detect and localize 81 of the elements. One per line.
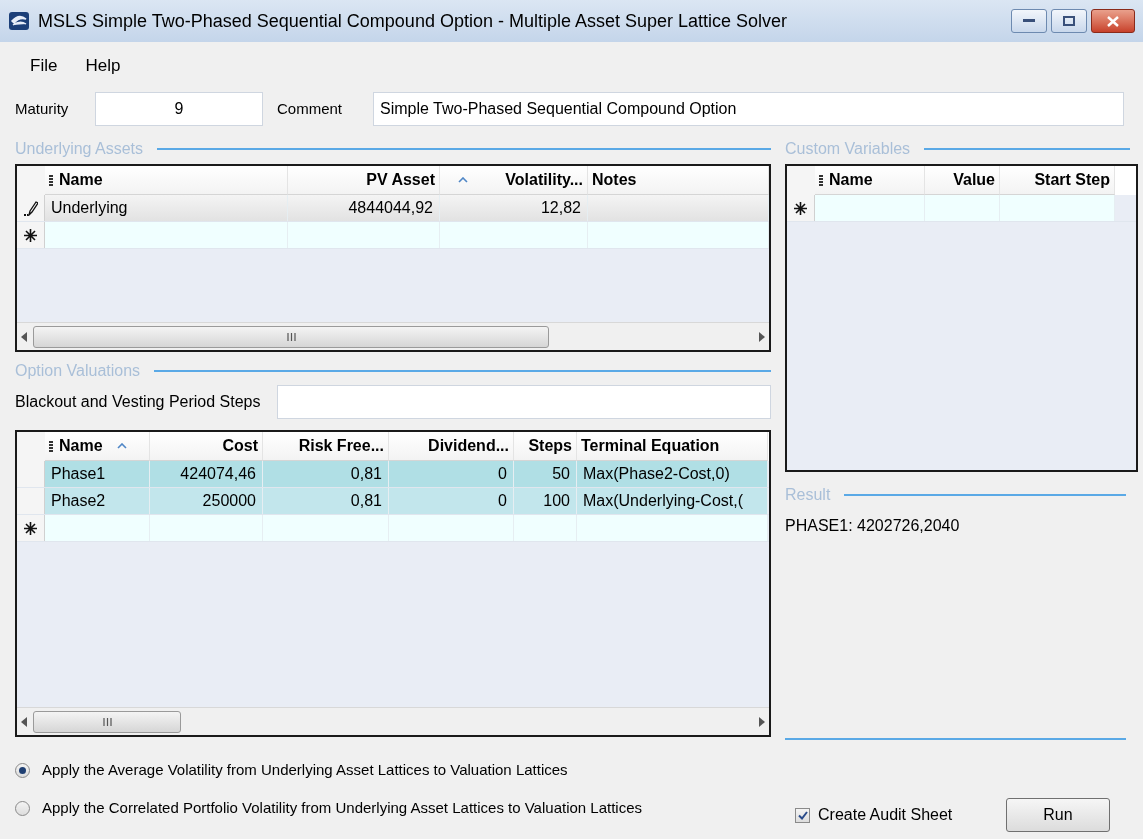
new-row-icon xyxy=(24,521,37,535)
table-cell-text: 0,81 xyxy=(350,464,382,484)
column-header[interactable]: Volatility... xyxy=(440,166,588,195)
app-icon xyxy=(8,11,30,31)
table-cell-text: 0 xyxy=(498,464,507,484)
radio-button[interactable] xyxy=(15,800,30,816)
row-header[interactable] xyxy=(17,195,45,221)
maximize-button[interactable] xyxy=(1051,9,1087,33)
checkmark-icon xyxy=(797,810,808,820)
grip-icon xyxy=(102,717,112,726)
radio-label: Apply the Correlated Portfolio Volatility from Underlying Asset Lattices to Valuation Lattices xyxy=(42,797,643,818)
table-cell-text: 12,82 xyxy=(540,198,581,218)
minimize-button[interactable] xyxy=(1011,9,1047,33)
table-cell-text: 424074,46 xyxy=(180,464,256,484)
column-chooser-icon[interactable] xyxy=(819,174,823,186)
table-cell-text: Underlying xyxy=(51,198,128,218)
window-title: MSLS Simple Two-Phased Sequential Compound Option - Multiple Asset Super Lattice Solver xyxy=(38,9,788,33)
blackout-field[interactable] xyxy=(276,385,771,419)
menu-item[interactable]: File xyxy=(18,49,70,83)
horizontal-scrollbar[interactable] xyxy=(17,322,769,350)
column-header[interactable]: Dividend... xyxy=(389,432,514,461)
table-cell-text: Phase2 xyxy=(51,491,106,511)
checkbox[interactable] xyxy=(795,807,810,823)
column-header[interactable]: PV Asset xyxy=(288,166,440,195)
table-row[interactable]: Underlying 4844044,92 12,82 xyxy=(45,195,769,221)
column-header[interactable]: Value xyxy=(925,166,1000,195)
scroll-right-icon[interactable] xyxy=(759,716,765,727)
section-title: Custom Variables xyxy=(785,139,911,159)
run-button[interactable]: Run xyxy=(1006,798,1110,832)
column-header[interactable]: Name xyxy=(815,166,925,195)
table-cell-text: Phase1 xyxy=(51,464,106,484)
column-chooser-icon[interactable] xyxy=(49,440,53,452)
table-cell-text: 50 xyxy=(552,464,570,484)
section-title: Underlying Assets xyxy=(15,139,144,159)
comment-label: Comment xyxy=(277,98,344,119)
minimize-icon xyxy=(1023,19,1035,23)
result-text: PHASE1: 4202726,2040 xyxy=(785,516,961,536)
column-header[interactable]: Name xyxy=(45,166,288,195)
row-header[interactable] xyxy=(17,222,45,248)
table-cell-text: Max(Phase2-Cost,0) xyxy=(583,464,730,484)
section-title: Result xyxy=(785,485,831,505)
column-header[interactable]: Start Step xyxy=(1000,166,1115,195)
maturity-label: Maturity xyxy=(15,98,70,119)
table-cell-text: Max(Underlying-Cost,( xyxy=(583,491,744,511)
restore-icon xyxy=(1063,16,1075,26)
section-title: Option Valuations xyxy=(15,361,141,381)
scroll-left-icon[interactable] xyxy=(21,331,27,342)
scrollbar-thumb[interactable] xyxy=(33,325,549,348)
radio-button[interactable] xyxy=(15,762,30,778)
column-chooser-icon[interactable] xyxy=(49,174,53,186)
table-cell-text: 0 xyxy=(498,491,507,511)
menu-item[interactable]: Help xyxy=(73,49,133,83)
column-header[interactable]: Terminal Equation xyxy=(577,432,768,461)
table-row[interactable]: Phase1 424074,46 0,81 0 50 Max(Phase2-Cost,0) xyxy=(45,461,768,487)
table-row[interactable]: Phase2 250000 0,81 0 100 Max(Underlying-Cost,( xyxy=(45,488,768,514)
blackout-label: Blackout and Vesting Period Steps xyxy=(15,392,261,412)
column-header[interactable]: Notes xyxy=(588,166,769,195)
close-button[interactable] xyxy=(1091,9,1135,33)
table-cell-text: 250000 xyxy=(202,491,256,511)
comment-field[interactable]: Simple Two-Phased Sequential Compound Option xyxy=(373,92,1124,126)
radio-label: Apply the Average Volatility from Underlying Asset Lattices to Valuation Lattices xyxy=(42,759,568,780)
table-cell-text: 0,81 xyxy=(350,491,382,511)
horizontal-scrollbar[interactable] xyxy=(17,707,769,735)
column-header[interactable]: Name xyxy=(45,432,150,461)
column-header[interactable]: Risk Free... xyxy=(263,432,389,461)
table-cell-text: 100 xyxy=(543,491,570,511)
new-row-icon xyxy=(24,228,37,242)
maturity-field[interactable]: 9 xyxy=(95,92,263,126)
checkbox-label: Create Audit Sheet xyxy=(818,805,953,825)
scrollbar-thumb[interactable] xyxy=(33,710,181,733)
column-header[interactable]: Steps xyxy=(514,432,577,461)
row-header[interactable] xyxy=(17,515,45,541)
row-header[interactable] xyxy=(787,195,815,221)
column-header[interactable]: Cost xyxy=(150,432,263,461)
new-row-icon xyxy=(794,201,807,215)
scroll-left-icon[interactable] xyxy=(21,716,27,727)
table-cell-text: 4844044,92 xyxy=(348,198,433,218)
scroll-right-icon[interactable] xyxy=(759,331,765,342)
pencil-icon xyxy=(23,200,38,216)
grip-icon xyxy=(286,332,296,341)
close-icon xyxy=(1107,15,1119,27)
